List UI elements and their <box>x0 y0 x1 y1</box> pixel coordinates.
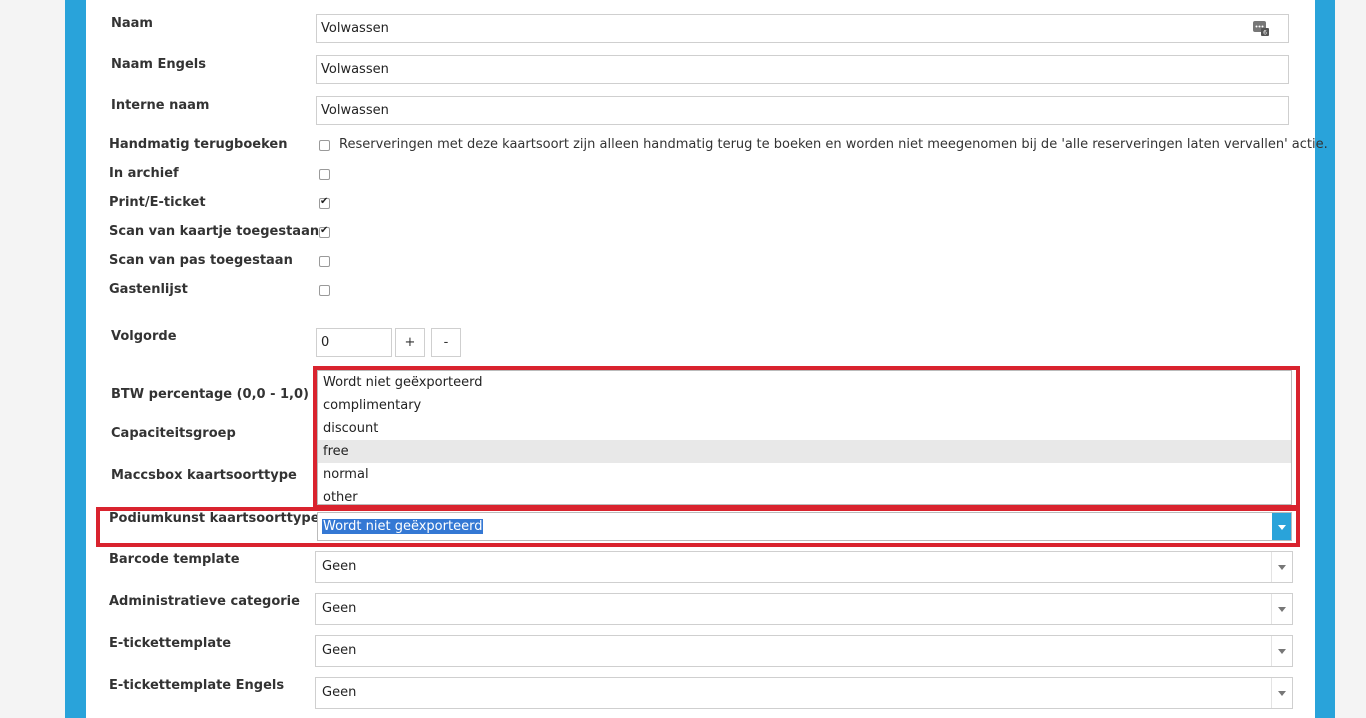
etickettemplate-value: Geen <box>322 643 357 658</box>
highlight-box-options <box>313 366 1300 509</box>
administratieve-categorie-value: Geen <box>322 601 357 616</box>
volgorde-minus-button[interactable]: - <box>431 328 461 357</box>
gastenlijst-label: Gastenlijst <box>109 282 188 297</box>
chevron-down-icon[interactable] <box>1271 678 1292 708</box>
in-archief-label: In archief <box>109 166 179 181</box>
barcode-template-label: Barcode template <box>109 552 240 567</box>
in-archief-checkbox[interactable] <box>319 169 330 180</box>
scan-pas-checkbox[interactable] <box>319 256 330 267</box>
barcode-template-select[interactable]: Geen <box>315 551 1293 583</box>
handmatig-description: Reserveringen met deze kaartsoort zijn a… <box>339 137 1328 152</box>
svg-text:6: 6 <box>1263 30 1267 37</box>
interne-naam-label: Interne naam <box>111 98 210 113</box>
chevron-down-icon[interactable] <box>1271 552 1292 582</box>
interne-naam-input[interactable]: Volwassen <box>316 96 1289 125</box>
chevron-down-icon[interactable] <box>1271 594 1292 624</box>
barcode-template-value: Geen <box>322 559 357 574</box>
translate-icon[interactable]: 6 <box>1253 20 1269 36</box>
etickettemplate-engels-select[interactable]: Geen <box>315 677 1293 709</box>
naam-input[interactable]: Volwassen <box>316 14 1289 43</box>
volgorde-plus-button[interactable]: + <box>395 328 425 357</box>
capaciteitsgroep-label: Capaciteitsgroep <box>111 426 236 441</box>
handmatig-checkbox[interactable] <box>319 140 330 151</box>
scan-kaartje-checkbox[interactable] <box>319 225 330 238</box>
naam-engels-label: Naam Engels <box>111 57 206 72</box>
etickettemplate-label: E-tickettemplate <box>109 636 232 651</box>
scan-pas-label: Scan van pas toegestaan <box>109 253 293 268</box>
naam-engels-input[interactable]: Volwassen <box>316 55 1289 84</box>
highlight-box-podiumkunst <box>96 507 1300 547</box>
etickettemplate-engels-value: Geen <box>322 685 357 700</box>
administratieve-categorie-label: Administratieve categorie <box>109 594 300 609</box>
btw-label: BTW percentage (0,0 - 1,0) <box>111 387 309 402</box>
naam-label: Naam <box>111 16 153 31</box>
administratieve-categorie-select[interactable]: Geen <box>315 593 1293 625</box>
chevron-down-icon[interactable] <box>1271 636 1292 666</box>
print-eticket-label: Print/E-ticket <box>109 195 206 210</box>
handmatig-label: Handmatig terugboeken <box>109 137 288 152</box>
maccsbox-label: Maccsbox kaartsoorttype <box>111 468 297 483</box>
etickettemplate-select[interactable]: Geen <box>315 635 1293 667</box>
volgorde-label: Volgorde <box>111 329 177 344</box>
volgorde-input[interactable]: 0 <box>316 328 392 357</box>
gastenlijst-checkbox[interactable] <box>319 285 330 296</box>
etickettemplate-engels-label: E-tickettemplate Engels <box>109 678 285 693</box>
print-eticket-checkbox[interactable] <box>319 196 330 209</box>
scan-kaartje-label: Scan van kaartje toegestaan <box>109 224 320 239</box>
